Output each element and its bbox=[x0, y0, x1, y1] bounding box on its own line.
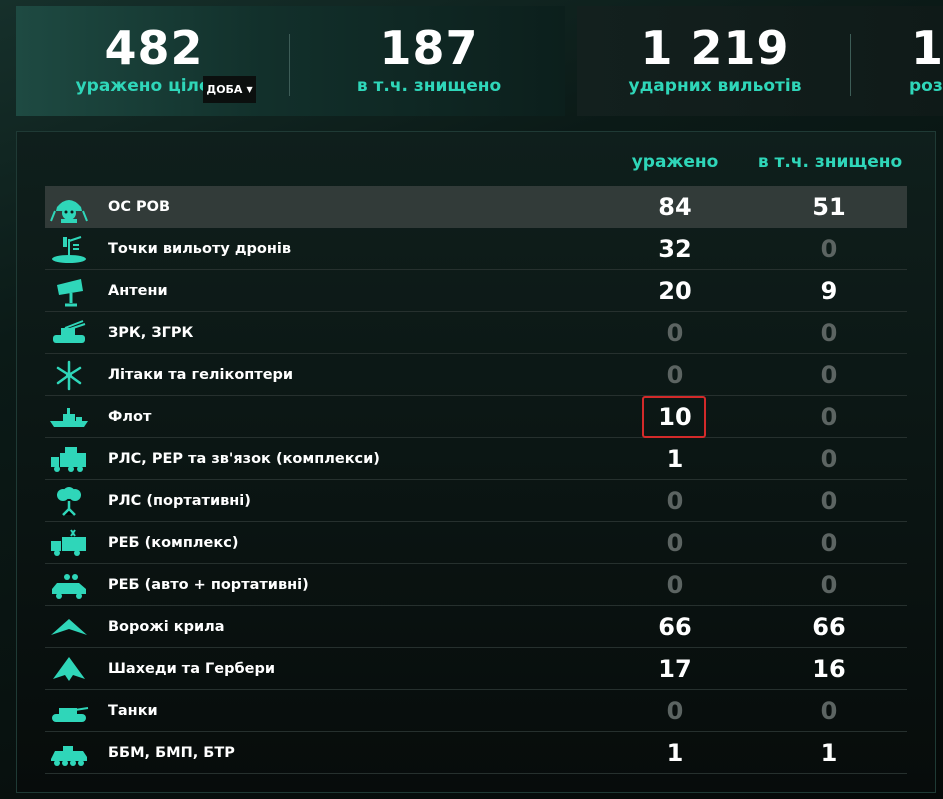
hit-value: 0 bbox=[666, 571, 684, 599]
table-row[interactable]: ОС РОВ 84 51 bbox=[45, 186, 907, 228]
table-row[interactable]: Ворожі крила 66 66 bbox=[45, 606, 907, 648]
row-label: РЕБ (авто + портативні) bbox=[108, 577, 309, 593]
table-row[interactable]: РЕБ (авто + портативні) 0 0 bbox=[45, 564, 907, 606]
hit-value: 0 bbox=[666, 487, 684, 515]
table-row[interactable]: Антени 20 9 bbox=[45, 270, 907, 312]
hit-value: 84 bbox=[658, 193, 692, 221]
table-row[interactable]: Літаки та гелікоптери 0 0 bbox=[45, 354, 907, 396]
period-dropdown-value: ДОБА bbox=[206, 83, 243, 96]
destroyed-value: 0 bbox=[820, 571, 838, 599]
air-defense-vehicle-icon bbox=[49, 317, 89, 349]
row-label: Флот bbox=[108, 409, 152, 425]
strike-sorties-value: 1 219 bbox=[640, 21, 790, 75]
shahed-drone-icon bbox=[49, 653, 89, 685]
row-label: Точки вильоту дронів bbox=[108, 241, 292, 257]
hit-value: 10 bbox=[658, 403, 692, 431]
stats-table-panel: уражено в т.ч. знищено ОС РОВ 84 51 Точки в… bbox=[16, 131, 936, 793]
ew-car-icon bbox=[49, 569, 89, 601]
destroyed-value: 0 bbox=[820, 487, 838, 515]
destroyed-value: 51 bbox=[812, 193, 846, 221]
destroyed-value: 0 bbox=[820, 529, 838, 557]
targets-hit-label: уражено цілей bbox=[75, 76, 223, 96]
ew-truck-icon bbox=[49, 527, 89, 559]
destroyed-value: 0 bbox=[820, 235, 838, 263]
ship-icon bbox=[49, 401, 89, 433]
stat-divider bbox=[289, 34, 290, 96]
hit-value: 20 bbox=[658, 277, 692, 305]
destroyed-value: 9 bbox=[820, 277, 838, 305]
soldier-helmet-icon bbox=[49, 191, 89, 223]
chevron-down-icon: ▼ bbox=[246, 85, 253, 94]
row-label: Літаки та гелікоптери bbox=[108, 367, 294, 383]
hit-value: 0 bbox=[666, 529, 684, 557]
antenna-icon bbox=[49, 275, 89, 307]
stat-divider bbox=[850, 34, 851, 96]
destroyed-value: 1 bbox=[820, 739, 838, 767]
rotor-icon bbox=[49, 359, 89, 391]
table-row[interactable]: РЛС, РЕР та зв'язок (комплекси) 1 0 bbox=[45, 438, 907, 480]
summary-card-sorties: 1 219 ударних вильотів 1 роз bbox=[577, 6, 943, 116]
table-row[interactable]: Точки вильоту дронів 32 0 bbox=[45, 228, 907, 270]
hit-value: 0 bbox=[666, 319, 684, 347]
launch-point-icon bbox=[49, 233, 89, 265]
table-row[interactable]: Флот 10 0 bbox=[45, 396, 907, 438]
table-row[interactable]: РЕБ (комплекс) 0 0 bbox=[45, 522, 907, 564]
destroyed-value: 16 bbox=[812, 655, 846, 683]
table-row[interactable]: Танки 0 0 bbox=[45, 690, 907, 732]
partial-value: 1 bbox=[911, 21, 943, 75]
strike-sorties-label: ударних вильотів bbox=[628, 76, 802, 96]
row-label: ОС РОВ bbox=[108, 199, 171, 215]
hit-value: 32 bbox=[658, 235, 692, 263]
hit-value: 66 bbox=[658, 613, 692, 641]
hit-value: 0 bbox=[666, 697, 684, 725]
destroyed-value: 0 bbox=[820, 445, 838, 473]
hit-value: 1 bbox=[666, 739, 684, 767]
row-label: Антени bbox=[108, 283, 168, 299]
destroyed-value: 66 bbox=[812, 613, 846, 641]
hit-value: 17 bbox=[658, 655, 692, 683]
table-row[interactable]: ББМ, БМП, БТР 1 1 bbox=[45, 732, 907, 774]
hit-value: 1 bbox=[666, 445, 684, 473]
summary-card-targets: 482 уражено цілей ДОБА ▼ 187 в т.ч. знищ… bbox=[16, 6, 565, 116]
destroyed-value: 0 bbox=[820, 361, 838, 389]
destroyed-label: в т.ч. знищено bbox=[356, 76, 502, 96]
row-label: РЛС, РЕР та зв'язок (комплекси) bbox=[108, 451, 380, 467]
destroyed-value: 0 bbox=[820, 697, 838, 725]
radar-truck-icon bbox=[49, 443, 89, 475]
row-label: Шахеди та Гербери bbox=[108, 661, 275, 677]
column-header-destroyed: в т.ч. знищено bbox=[757, 152, 903, 172]
row-label: РЕБ (комплекс) bbox=[108, 535, 239, 551]
table-row[interactable]: Шахеди та Гербери 17 16 bbox=[45, 648, 907, 690]
tank-icon bbox=[49, 695, 89, 727]
period-dropdown[interactable]: ДОБА ▼ bbox=[203, 76, 256, 103]
row-label: ББМ, БМП, БТР bbox=[108, 745, 235, 761]
row-label: Танки bbox=[108, 703, 158, 719]
row-label: ЗРК, ЗГРК bbox=[108, 325, 194, 341]
portable-radar-icon bbox=[49, 485, 89, 517]
table-row[interactable]: ЗРК, ЗГРК 0 0 bbox=[45, 312, 907, 354]
apc-icon bbox=[49, 737, 89, 769]
table-row[interactable]: РЛС (портативні) 0 0 bbox=[45, 480, 907, 522]
destroyed-value: 187 bbox=[379, 21, 479, 75]
partial-label: роз bbox=[909, 76, 943, 96]
targets-hit-value: 482 bbox=[104, 21, 204, 75]
destroyed-value: 0 bbox=[820, 319, 838, 347]
hit-value: 0 bbox=[666, 361, 684, 389]
destroyed-value: 0 bbox=[820, 403, 838, 431]
row-label: Ворожі крила bbox=[108, 619, 225, 635]
row-label: РЛС (портативні) bbox=[108, 493, 251, 509]
column-header-hit: уражено bbox=[631, 152, 719, 172]
wing-drone-icon bbox=[49, 611, 89, 643]
